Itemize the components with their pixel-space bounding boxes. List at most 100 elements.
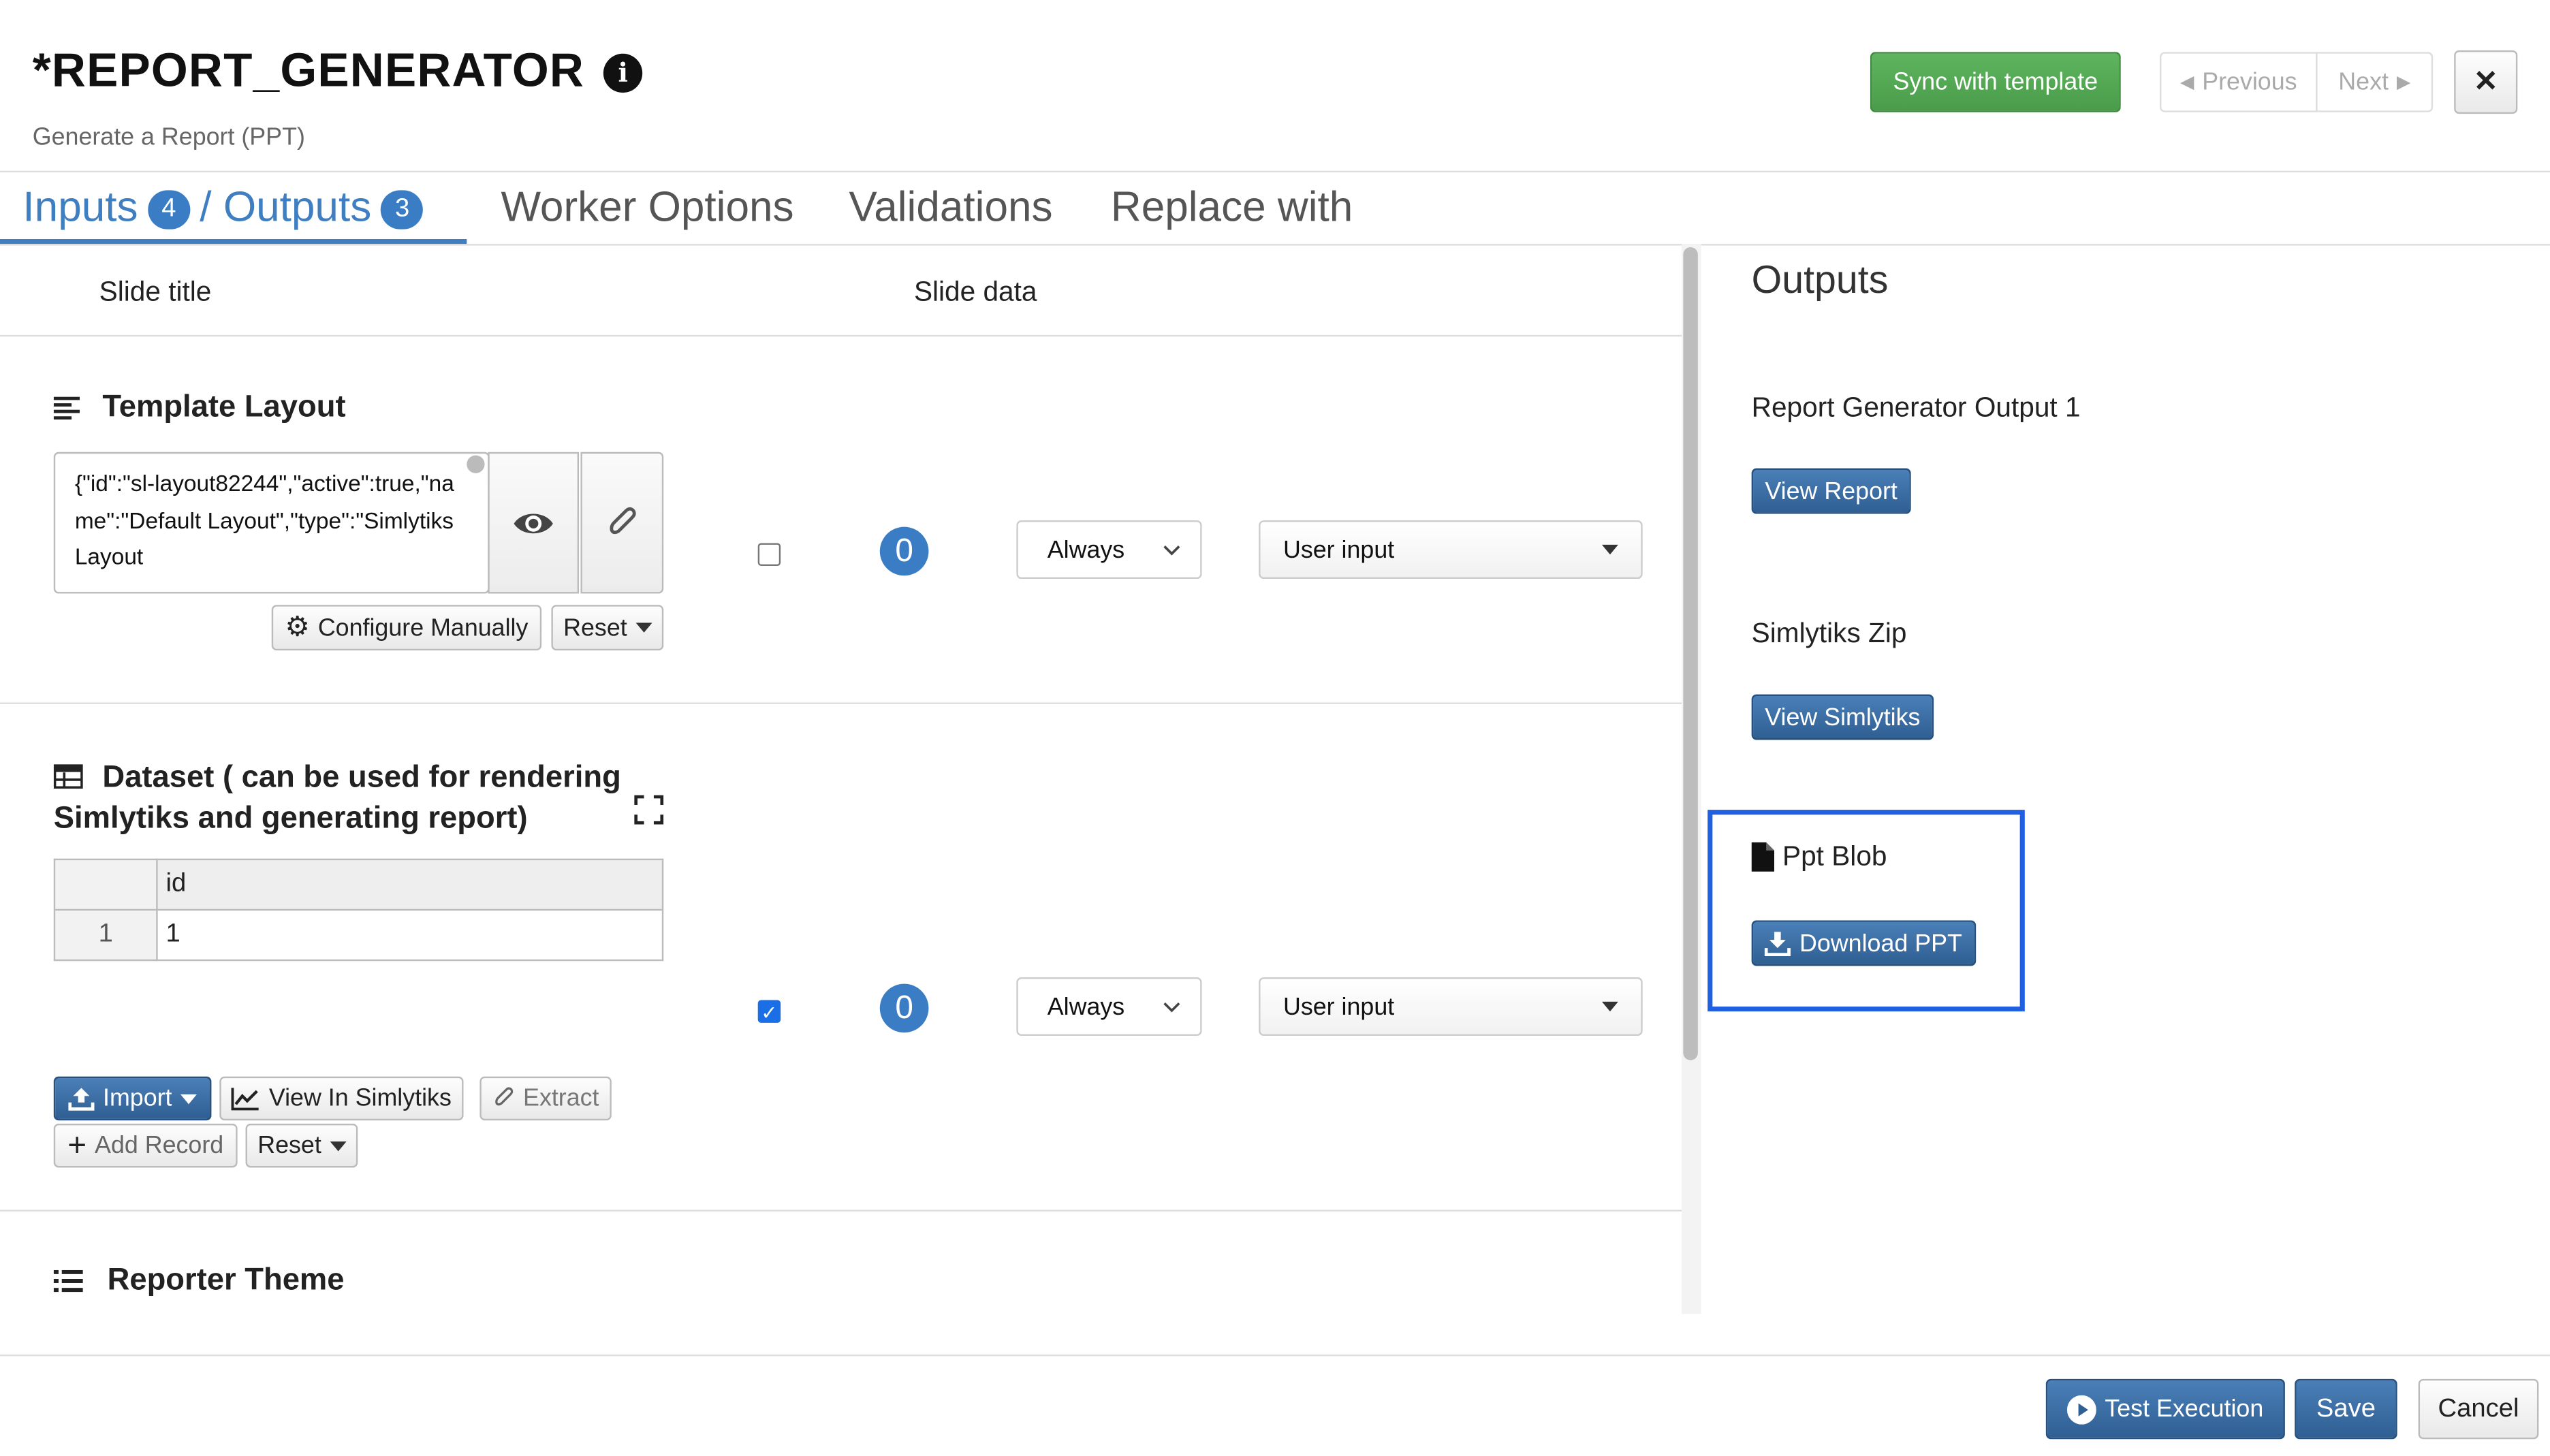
test-execution-button[interactable]: Test Execution (2045, 1378, 2285, 1440)
close-icon: ✕ (2473, 65, 2498, 98)
tab-validations[interactable]: Validations (849, 182, 1052, 232)
table-icon (53, 764, 83, 789)
table-header-row: id (53, 858, 664, 911)
triangle-right-icon: ▶ (2396, 73, 2411, 93)
reporter-theme-heading: Reporter Theme (53, 1263, 345, 1299)
tab-inputs-outputs[interactable]: Inputs 4/ Outputs 3 (22, 182, 433, 232)
preview-button[interactable] (488, 452, 580, 594)
table-corner-cell (53, 858, 158, 911)
caret-down-icon (329, 1141, 346, 1151)
previous-label: Previous (2202, 68, 2297, 96)
caret-down-icon (635, 622, 652, 633)
import-label: Import (102, 1084, 172, 1113)
textarea-scroll-thumb[interactable] (467, 455, 485, 473)
output-label-simlytiks-zip: Simlytiks Zip (1751, 618, 1907, 649)
sync-label: Sync with template (1893, 68, 2098, 96)
template-layout-title: Template Layout (102, 390, 346, 425)
table-row: 1 1 (53, 908, 664, 962)
next-button[interactable]: Next ▶ (2316, 52, 2434, 112)
list-icon (53, 1269, 83, 1293)
previous-button[interactable]: ◀ Previous (2159, 52, 2318, 112)
row-index-cell: 1 (53, 908, 158, 962)
file-icon (1751, 842, 1775, 872)
tab-worker-options[interactable]: Worker Options (501, 182, 793, 232)
tab-outputs-label: Outputs (223, 182, 372, 232)
template-layout-checkbox[interactable] (757, 543, 781, 566)
header-divider (0, 170, 2550, 173)
footer-divider (0, 1355, 2550, 1357)
template-source-value: User input (1282, 535, 1395, 564)
column-slide-data: Slide data (913, 276, 1037, 308)
configure-label: Configure Manually (317, 614, 529, 642)
dataset-table: id 1 1 (53, 858, 664, 962)
dataset-frequency-select[interactable]: Always (1016, 977, 1202, 1036)
attach-button[interactable] (580, 452, 664, 594)
info-icon[interactable]: i (603, 52, 644, 92)
view-report-label: View Report (1765, 477, 1898, 505)
dataset-title: Dataset ( can be used for rendering Siml… (53, 761, 621, 836)
download-icon (1765, 931, 1792, 955)
template-frequency-value: Always (1047, 535, 1125, 564)
view-report-button[interactable]: View Report (1751, 468, 1911, 514)
cancel-button[interactable]: Cancel (2418, 1378, 2539, 1440)
scrollbar-thumb[interactable] (1683, 247, 1698, 1060)
add-record-button[interactable]: + Add Record (53, 1123, 238, 1168)
triangle-left-icon: ◀ (2180, 73, 2194, 93)
dataset-reset-label: Reset (257, 1131, 321, 1160)
page-subtitle: Generate a Report (PPT) (32, 123, 305, 152)
tab-separator: / (200, 182, 212, 232)
next-label: Next (2338, 68, 2389, 96)
outputs-count-badge: 3 (381, 190, 424, 230)
save-button[interactable]: Save (2295, 1378, 2397, 1440)
chevron-down-icon (1163, 1001, 1180, 1012)
view-in-simlytiks-button[interactable]: View In Simlytiks (219, 1076, 464, 1121)
row-divider-1 (0, 702, 1682, 704)
expand-icon[interactable] (634, 795, 664, 825)
eye-icon (514, 513, 553, 533)
sync-with-template-button[interactable]: Sync with template (1870, 52, 2121, 112)
template-frequency-select[interactable]: Always (1016, 520, 1202, 580)
chevron-down-icon (1163, 544, 1180, 555)
column-slide-title: Slide title (99, 276, 212, 308)
gear-icon: ⚙ (285, 611, 310, 643)
template-layout-textarea[interactable]: {"id":"sl-layout82244","active":true,"na… (53, 452, 490, 594)
page-title-wrap: *REPORT_GENERATOR i (33, 46, 644, 99)
cancel-label: Cancel (2438, 1394, 2519, 1423)
table-cell-id[interactable]: 1 (156, 908, 664, 962)
dataset-source-select[interactable]: User input (1259, 977, 1643, 1036)
tabs-divider (0, 244, 2550, 246)
dataset-frequency-value: Always (1047, 992, 1125, 1021)
output-label-ppt-blob: Ppt Blob (1782, 840, 1887, 872)
paperclip-icon (609, 506, 635, 533)
tab-inputs-label: Inputs (22, 182, 138, 232)
paperclip-icon (494, 1087, 513, 1106)
save-label: Save (2316, 1394, 2376, 1423)
view-in-simlytiks-label: View In Simlytiks (268, 1084, 452, 1113)
upload-icon (68, 1088, 95, 1111)
plus-icon: + (67, 1127, 87, 1164)
dataset-checkbox[interactable]: ✓ (757, 1000, 781, 1024)
caret-down-icon (1601, 544, 1618, 555)
close-button[interactable]: ✕ (2454, 50, 2518, 114)
template-layout-heading: Template Layout (53, 390, 346, 426)
dataset-heading: Dataset ( can be used for rendering Siml… (53, 758, 672, 839)
template-source-select[interactable]: User input (1259, 520, 1643, 580)
template-reset-button[interactable]: Reset (551, 605, 664, 651)
view-simlytiks-button[interactable]: View Simlytiks (1751, 694, 1934, 740)
dataset-reset-button[interactable]: Reset (245, 1123, 358, 1168)
import-button[interactable]: Import (53, 1076, 212, 1121)
extract-button[interactable]: Extract (479, 1076, 612, 1121)
template-reset-label: Reset (563, 614, 627, 642)
caret-down-icon (180, 1093, 197, 1104)
table-column-header[interactable]: id (156, 858, 664, 911)
download-ppt-button[interactable]: Download PPT (1751, 920, 1977, 966)
dataset-count: 0 (879, 983, 929, 1033)
test-execution-label: Test Execution (2105, 1395, 2264, 1423)
column-header-divider (0, 334, 1682, 337)
extract-label: Extract (523, 1084, 599, 1113)
line-chart-icon (232, 1087, 259, 1110)
template-layout-count: 0 (879, 526, 929, 576)
tab-replace-with[interactable]: Replace with (1111, 182, 1353, 232)
configure-manually-button[interactable]: ⚙ Configure Manually (271, 605, 542, 651)
output-ppt-blob: Ppt Blob (1751, 840, 1887, 873)
